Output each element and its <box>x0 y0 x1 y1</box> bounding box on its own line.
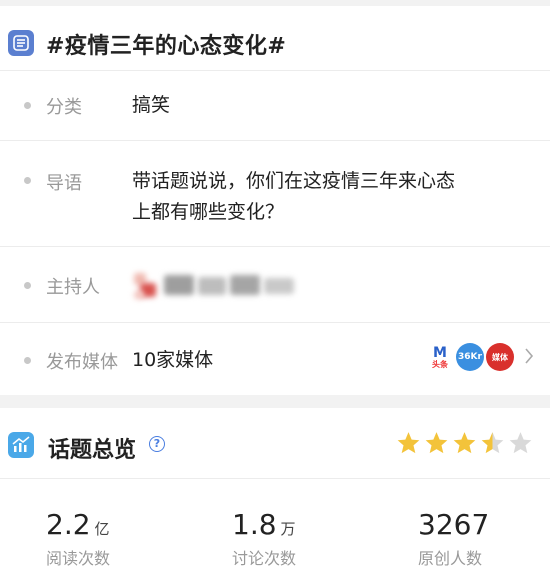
overview-divider <box>0 478 550 479</box>
topic-overview-card: 话题总览 ? 2.2 亿 阅读次数 1.8 万 讨论次数 3267 原创人数 <box>0 408 550 585</box>
media-logos: M 头条 36Kr 媒体 <box>426 343 514 371</box>
topic-title-row: #疫情三年的心态变化# <box>0 6 550 70</box>
stat-original-authors: 3267 原创人数 <box>418 508 489 569</box>
stat-reads-unit: 亿 <box>94 520 110 538</box>
stat-discussions-label: 讨论次数 <box>232 549 297 568</box>
star-empty-icon <box>509 432 532 454</box>
stat-original-number: 3267 <box>418 508 490 541</box>
topic-card: #疫情三年的心态变化# 分类 搞笑 导语 带话题说说，你们在这疫情三年来心态 上… <box>0 0 550 395</box>
stat-discussions-number: 1.8 <box>232 508 277 541</box>
list-doc-icon <box>8 30 34 56</box>
host-name-blurred[interactable] <box>164 275 298 297</box>
star-half-icon <box>481 432 504 454</box>
intro-text-line-1: 带话题说说，你们在这疫情三年来心态 <box>132 170 456 192</box>
rating-stars <box>395 430 534 456</box>
overview-title: 话题总览 <box>48 438 137 463</box>
stat-reads: 2.2 亿 阅读次数 <box>46 508 110 569</box>
stat-reads-number: 2.2 <box>46 508 91 541</box>
media-value: 10家媒体 <box>132 349 214 371</box>
category-row: 分类 搞笑 <box>0 70 550 140</box>
stat-original-label: 原创人数 <box>418 549 483 568</box>
toutiao-logo-icon: M 头条 <box>426 343 454 371</box>
chevron-right-icon[interactable] <box>524 347 534 365</box>
bullet-dot <box>24 357 31 364</box>
topic-title: #疫情三年的心态变化# <box>46 34 287 59</box>
stat-discussions: 1.8 万 讨论次数 <box>232 508 296 569</box>
36kr-logo-icon: 36Kr <box>456 343 484 371</box>
stat-reads-label: 阅读次数 <box>46 549 111 568</box>
host-avatar[interactable] <box>134 271 160 301</box>
category-value: 搞笑 <box>132 94 171 116</box>
star-full-icon <box>453 432 476 454</box>
bullet-dot <box>24 102 31 109</box>
bullet-dot <box>24 177 31 184</box>
help-icon[interactable]: ? <box>149 436 165 452</box>
host-label: 主持人 <box>46 277 100 298</box>
bullet-dot <box>24 282 31 289</box>
stat-discussions-unit: 万 <box>280 520 296 538</box>
intro-row: 导语 带话题说说，你们在这疫情三年来心态 上都有哪些变化？ <box>0 140 550 246</box>
intro-label: 导语 <box>46 173 82 194</box>
star-full-icon <box>425 432 448 454</box>
star-full-icon <box>397 432 420 454</box>
category-label: 分类 <box>46 97 82 118</box>
media-label: 发布媒体 <box>46 352 118 373</box>
intro-text-line-2: 上都有哪些变化？ <box>132 201 285 223</box>
newspaper-logo-icon: 媒体 <box>486 343 514 371</box>
media-row[interactable]: 发布媒体 10家媒体 M 头条 36Kr 媒体 <box>0 322 550 395</box>
trend-chart-icon <box>8 432 34 458</box>
host-row[interactable]: 主持人 <box>0 246 550 322</box>
